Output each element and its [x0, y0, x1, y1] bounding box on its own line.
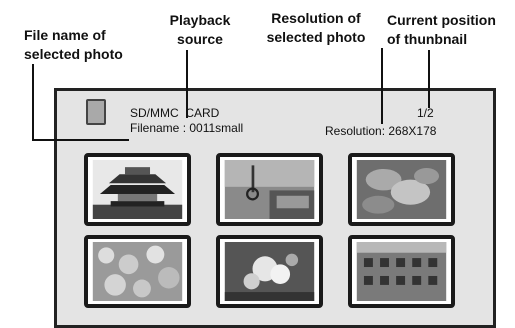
- thumbnail-4[interactable]: [84, 235, 191, 308]
- leader-position: [428, 50, 430, 108]
- resolution-label: Resolution: 268X178: [325, 124, 437, 138]
- leader-resolution: [381, 48, 383, 124]
- thumbnail-1[interactable]: [84, 153, 191, 226]
- callout-playback-source: Playback source: [159, 11, 241, 49]
- thumbnail-6[interactable]: [348, 235, 455, 308]
- leader-file-name-h: [32, 139, 129, 141]
- position-label: 1/2: [417, 106, 434, 120]
- callout-file-name-line1: File name of: [24, 27, 106, 43]
- callout-resolution-line1: Resolution of: [271, 10, 361, 26]
- callout-resolution: Resolution of selected photo: [262, 9, 370, 47]
- callout-playback-line1: Playback: [169, 12, 231, 28]
- flowers-tree-photo: [92, 242, 183, 301]
- callout-resolution-line2: selected photo: [266, 29, 366, 45]
- blossoms-photo: [224, 242, 315, 301]
- callout-position-line2: of thunbnail: [387, 31, 468, 47]
- thumbnail-2[interactable]: [216, 153, 323, 226]
- leader-file-name: [32, 64, 34, 140]
- building-photo: [356, 242, 447, 301]
- callout-playback-line2: source: [177, 31, 223, 47]
- sd-card-icon: [86, 99, 106, 125]
- pagoda-photo: [92, 160, 183, 219]
- callout-file-name-line2: selected photo: [24, 46, 123, 62]
- thumbnail-5[interactable]: [216, 235, 323, 308]
- leaves-photo: [356, 160, 447, 219]
- bus-interior-photo: [224, 160, 315, 219]
- callout-position: Current position of thunbnail: [387, 11, 496, 49]
- thumbnail-3[interactable]: [348, 153, 455, 226]
- callout-position-line1: Current position: [387, 12, 496, 28]
- callout-file-name: File name of selected photo: [24, 26, 123, 64]
- source-label: SD/MMC CARD: [130, 106, 220, 120]
- filename-label: Filename : 0011small: [130, 121, 244, 135]
